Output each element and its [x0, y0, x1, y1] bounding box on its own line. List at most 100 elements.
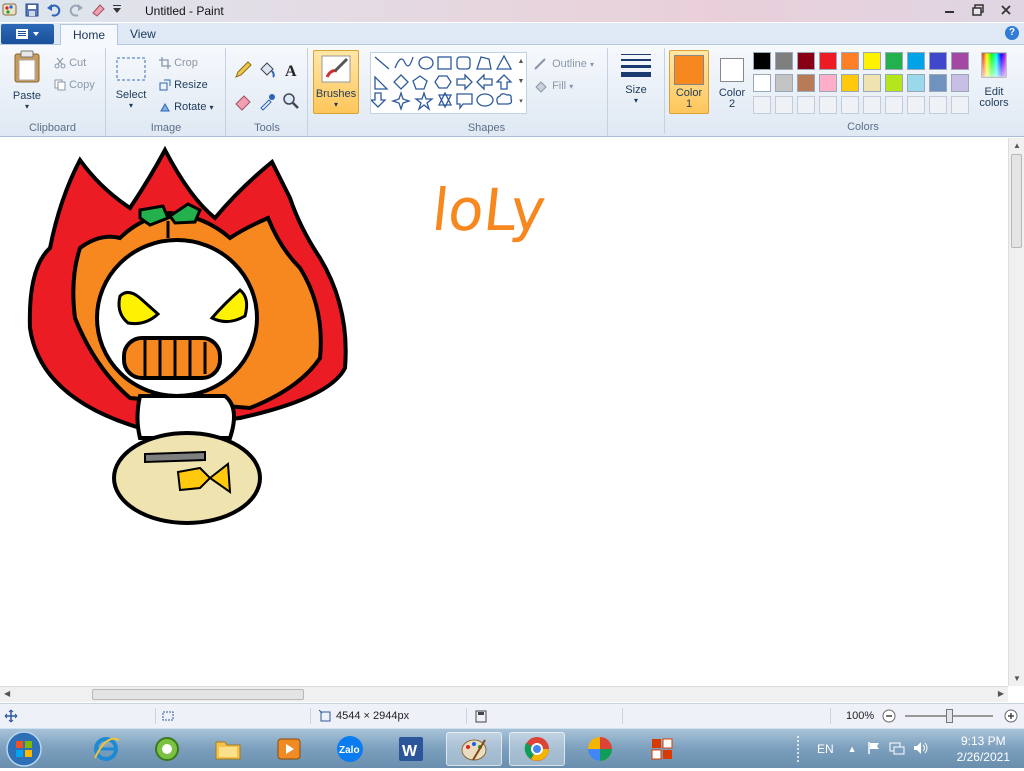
- taskbar-internet-explorer[interactable]: [78, 732, 134, 766]
- outline-button[interactable]: Outline ▾: [533, 57, 594, 71]
- color-swatch[interactable]: [907, 74, 925, 92]
- resize-button[interactable]: Resize: [159, 79, 208, 91]
- custom-color-slot[interactable]: [929, 96, 947, 114]
- fill-tool[interactable]: [257, 60, 279, 83]
- magnifier-tool[interactable]: [281, 91, 303, 114]
- horizontal-scroll-thumb[interactable]: [92, 689, 304, 700]
- zoom-in-button[interactable]: [1003, 708, 1019, 727]
- paint-app-icon[interactable]: [2, 2, 18, 21]
- copy-button[interactable]: Copy: [54, 79, 95, 91]
- right-triangle-shape-icon: [374, 75, 389, 90]
- paste-button[interactable]: Paste ▾: [6, 50, 48, 118]
- close-button[interactable]: [994, 1, 1018, 18]
- taskbar-chrome[interactable]: [509, 732, 565, 766]
- color-swatch[interactable]: [929, 52, 947, 70]
- fill-button[interactable]: Fill ▾: [533, 79, 573, 93]
- pencil-tool[interactable]: [233, 60, 255, 83]
- custom-color-slot[interactable]: [753, 96, 771, 114]
- brushes-button[interactable]: Brushes ▾: [313, 50, 359, 114]
- tab-view[interactable]: View: [118, 24, 168, 45]
- eraser-tool[interactable]: [233, 91, 255, 114]
- color-swatch[interactable]: [929, 74, 947, 92]
- horizontal-scrollbar[interactable]: ◀ ▶: [0, 686, 1008, 702]
- action-center-flag-icon[interactable]: [867, 741, 881, 758]
- scroll-down-icon[interactable]: ▼: [1013, 674, 1021, 683]
- eraser-qat-icon[interactable]: [90, 2, 106, 21]
- customize-qat-chevron-icon[interactable]: [112, 2, 122, 21]
- text-tool[interactable]: A: [281, 60, 303, 83]
- taskbar-office-app[interactable]: [634, 732, 690, 766]
- custom-color-slot[interactable]: [819, 96, 837, 114]
- color-swatch[interactable]: [775, 74, 793, 92]
- start-button[interactable]: [4, 730, 44, 768]
- color-swatch[interactable]: [753, 74, 771, 92]
- taskbar-green-app[interactable]: [139, 732, 195, 766]
- custom-color-slot[interactable]: [775, 96, 793, 114]
- color-swatch[interactable]: [797, 74, 815, 92]
- size-button[interactable]: Size ▾: [616, 51, 656, 113]
- color-swatch[interactable]: [907, 52, 925, 70]
- scroll-right-icon[interactable]: ▶: [998, 689, 1004, 698]
- custom-color-slot[interactable]: [797, 96, 815, 114]
- file-menu-button[interactable]: [1, 24, 54, 44]
- color-swatch[interactable]: [841, 74, 859, 92]
- vertical-scrollbar[interactable]: ▲ ▼: [1008, 138, 1024, 686]
- volume-icon[interactable]: [913, 741, 929, 758]
- color-swatch[interactable]: [753, 52, 771, 70]
- crop-button[interactable]: Crop: [159, 57, 198, 70]
- select-button[interactable]: Select ▾: [113, 56, 149, 116]
- color-swatch[interactable]: [951, 52, 969, 70]
- taskbar-color-app[interactable]: [572, 732, 628, 766]
- custom-color-slot[interactable]: [907, 96, 925, 114]
- restore-button[interactable]: [966, 1, 990, 18]
- fill-icon: [535, 81, 547, 93]
- green-app-icon: [155, 737, 179, 761]
- ribbon: Paste ▾ Cut Copy Clipboard Select ▾ Crop…: [0, 45, 1024, 137]
- cut-button[interactable]: Cut: [54, 57, 86, 69]
- help-icon[interactable]: ?: [1005, 26, 1019, 40]
- show-hidden-icons-icon[interactable]: ▲: [848, 744, 857, 754]
- vertical-scroll-thumb[interactable]: [1011, 154, 1022, 248]
- minimize-button[interactable]: [938, 1, 962, 18]
- zoom-slider-thumb[interactable]: [946, 709, 953, 723]
- scroll-up-icon[interactable]: ▲: [1013, 141, 1021, 150]
- color-swatch[interactable]: [797, 52, 815, 70]
- taskbar-paint[interactable]: [446, 732, 502, 766]
- edit-colors-button[interactable]: Edit colors: [976, 51, 1012, 117]
- redo-icon[interactable]: [68, 2, 84, 21]
- zoom-out-button[interactable]: [881, 708, 897, 727]
- clock[interactable]: 9:13 PM 2/26/2021: [957, 733, 1010, 765]
- custom-color-slot[interactable]: [841, 96, 859, 114]
- color-swatch[interactable]: [819, 52, 837, 70]
- language-indicator[interactable]: EN: [817, 742, 834, 756]
- shapes-gallery-scroll[interactable]: ▲ ▼ ▾: [515, 52, 527, 114]
- tab-home[interactable]: Home: [60, 24, 119, 45]
- drawing-canvas[interactable]: loLy: [0, 138, 1008, 686]
- scroll-left-icon[interactable]: ◀: [4, 689, 10, 698]
- color2-button[interactable]: Color 2: [712, 50, 752, 114]
- taskbar-zalo[interactable]: Zalo: [322, 732, 378, 766]
- color1-button[interactable]: Color 1: [669, 50, 709, 114]
- custom-color-slot[interactable]: [951, 96, 969, 114]
- color-swatch[interactable]: [863, 52, 881, 70]
- taskbar-word[interactable]: W: [383, 732, 439, 766]
- custom-color-slot[interactable]: [863, 96, 881, 114]
- color-swatch[interactable]: [885, 52, 903, 70]
- rotate-icon: [160, 103, 170, 112]
- taskbar-file-explorer[interactable]: [200, 732, 256, 766]
- color-swatch[interactable]: [885, 74, 903, 92]
- taskbar: Zalo W EN ▲ 9:13 PM 2/26/2021: [0, 728, 1024, 768]
- network-icon[interactable]: [889, 741, 905, 758]
- undo-icon[interactable]: [46, 2, 62, 21]
- taskbar-media-player[interactable]: [261, 732, 317, 766]
- custom-color-slot[interactable]: [885, 96, 903, 114]
- color-swatch[interactable]: [841, 52, 859, 70]
- color-swatch[interactable]: [819, 74, 837, 92]
- save-icon[interactable]: [24, 2, 40, 21]
- file-menu-icon: [15, 29, 39, 39]
- rotate-button[interactable]: Rotate ▾: [159, 101, 214, 113]
- color-swatch[interactable]: [951, 74, 969, 92]
- color-swatch[interactable]: [863, 74, 881, 92]
- color-swatch[interactable]: [775, 52, 793, 70]
- color-picker-tool[interactable]: [257, 91, 279, 114]
